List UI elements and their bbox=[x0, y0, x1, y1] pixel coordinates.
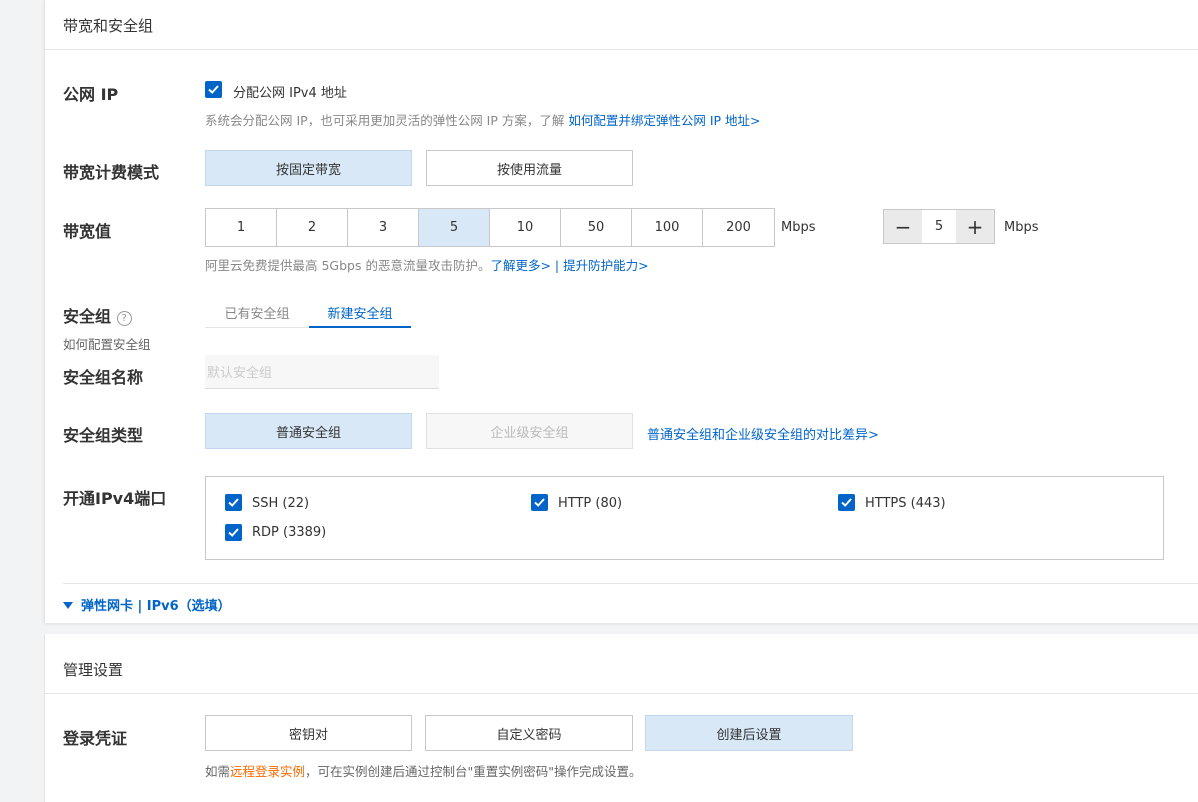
remote-login-link[interactable]: 远程登录实例 bbox=[230, 764, 305, 779]
key-pair-button[interactable]: 密钥对 bbox=[205, 715, 412, 751]
http-label: HTTP (80) bbox=[558, 496, 623, 511]
management-panel: 管理设置 登录凭证 密钥对 自定义密码 创建后设置 如需远程登录实例，可在实例创… bbox=[44, 634, 1198, 802]
rdp-checkbox[interactable] bbox=[225, 524, 242, 541]
eip-config-link[interactable]: 如何配置并绑定弹性公网 IP 地址> bbox=[568, 113, 760, 128]
how-configure-sg-link[interactable]: 如何配置安全组 bbox=[63, 334, 151, 353]
https-checkbox[interactable] bbox=[838, 494, 855, 511]
public-ip-hint-text: 系统会分配公网 IP，也可采用更加灵活的弹性公网 IP 方案，了解 bbox=[205, 113, 569, 128]
stepper-unit: Mbps bbox=[1004, 220, 1039, 235]
sg-name-label: 安全组名称 bbox=[63, 368, 144, 387]
bandwidth-security-panel: 带宽和安全组 公网 IP 分配公网 IPv4 地址 系统会分配公网 IP，也可采… bbox=[44, 0, 1198, 623]
tab-new-sg[interactable]: 新建安全组 bbox=[309, 298, 411, 328]
check-icon bbox=[208, 85, 219, 94]
bandwidth-option[interactable]: 10 bbox=[490, 209, 561, 246]
login-credential-label: 登录凭证 bbox=[63, 729, 128, 748]
check-icon bbox=[228, 528, 239, 537]
security-group-label: 安全组 ? bbox=[63, 303, 132, 327]
triangle-down-icon bbox=[63, 602, 73, 609]
normal-sg-button[interactable]: 普通安全组 bbox=[205, 413, 412, 449]
bandwidth-hint: 阿里云免费提供最高 5Gbps 的恶意流量攻击防护。了解更多> | 提升防护能力… bbox=[205, 255, 649, 274]
rdp-label: RDP (3389) bbox=[252, 525, 327, 540]
divider bbox=[45, 693, 1198, 694]
login-hint-prefix: 如需 bbox=[205, 764, 231, 779]
enterprise-sg-button[interactable]: 企业级安全组 bbox=[426, 413, 633, 449]
bandwidth-option[interactable]: 200 bbox=[703, 209, 774, 246]
learn-more-link[interactable]: 了解更多> bbox=[490, 258, 550, 273]
expand-eni-ipv6-label: 弹性网卡 | IPv6（选填） bbox=[81, 599, 231, 614]
https-label: HTTPS (443) bbox=[865, 496, 946, 511]
ports-box: SSH (22) HTTP (80) HTTPS (443) RDP (3389… bbox=[205, 476, 1164, 560]
ssh-label: SSH (22) bbox=[252, 496, 310, 511]
bandwidth-stepper: − 5 + bbox=[883, 209, 995, 244]
plus-icon[interactable]: + bbox=[956, 210, 994, 243]
divider bbox=[63, 583, 1198, 584]
bandwidth-label: 带宽值 bbox=[63, 222, 112, 241]
public-ip-hint: 系统会分配公网 IP，也可采用更加灵活的弹性公网 IP 方案，了解 如何配置并绑… bbox=[205, 110, 761, 129]
check-icon bbox=[228, 498, 239, 507]
improve-protection-link[interactable]: 提升防护能力> bbox=[563, 258, 648, 273]
custom-password-button[interactable]: 自定义密码 bbox=[425, 715, 633, 751]
sg-type-label: 安全组类型 bbox=[63, 426, 144, 445]
traffic-billing-button[interactable]: 按使用流量 bbox=[426, 150, 633, 186]
tab-existing-sg[interactable]: 已有安全组 bbox=[205, 298, 309, 328]
login-hint-suffix: ，可在实例创建后通过控制台"重置实例密码"操作完成设置。 bbox=[305, 764, 642, 779]
bandwidth-stepper-value[interactable]: 5 bbox=[922, 210, 956, 243]
bandwidth-hint-text: 阿里云免费提供最高 5Gbps 的恶意流量攻击防护。 bbox=[205, 258, 491, 273]
link-separator: | bbox=[550, 258, 564, 273]
section-title: 管理设置 bbox=[63, 661, 124, 679]
sg-name-input[interactable]: 默认安全组 bbox=[205, 355, 439, 389]
login-hint: 如需远程登录实例，可在实例创建后通过控制台"重置实例密码"操作完成设置。 bbox=[205, 761, 642, 780]
ssh-checkbox[interactable] bbox=[225, 494, 242, 511]
bandwidth-option[interactable]: 2 bbox=[277, 209, 348, 246]
http-checkbox[interactable] bbox=[531, 494, 548, 511]
bandwidth-option[interactable]: 3 bbox=[348, 209, 419, 246]
set-after-creation-button[interactable]: 创建后设置 bbox=[645, 715, 853, 751]
help-icon[interactable]: ? bbox=[116, 311, 132, 326]
billing-mode-label: 带宽计费模式 bbox=[63, 163, 160, 182]
assign-ipv4-label: 分配公网 IPv4 地址 bbox=[233, 86, 347, 101]
section-title: 带宽和安全组 bbox=[63, 17, 154, 35]
bandwidth-option[interactable]: 50 bbox=[561, 209, 632, 246]
check-icon bbox=[534, 498, 545, 507]
security-group-label-text: 安全组 bbox=[63, 307, 112, 326]
bandwidth-option[interactable]: 100 bbox=[632, 209, 703, 246]
sg-compare-link[interactable]: 普通安全组和企业级安全组的对比差异> bbox=[647, 424, 879, 443]
assign-ipv4-checkbox[interactable] bbox=[205, 81, 222, 98]
expand-eni-ipv6-toggle[interactable]: 弹性网卡 | IPv6（选填） bbox=[63, 595, 231, 614]
divider bbox=[45, 49, 1198, 50]
minus-icon[interactable]: − bbox=[884, 210, 922, 243]
bandwidth-option[interactable]: 1 bbox=[206, 209, 277, 246]
fixed-bandwidth-button[interactable]: 按固定带宽 bbox=[205, 150, 412, 186]
ports-label: 开通IPv4端口 bbox=[63, 489, 167, 508]
check-icon bbox=[841, 498, 852, 507]
bandwidth-unit: Mbps bbox=[781, 220, 816, 235]
bandwidth-options: 1 2 3 5 10 50 100 200 bbox=[205, 208, 775, 247]
bandwidth-option-selected[interactable]: 5 bbox=[419, 209, 490, 246]
public-ip-label: 公网 IP bbox=[63, 85, 119, 104]
